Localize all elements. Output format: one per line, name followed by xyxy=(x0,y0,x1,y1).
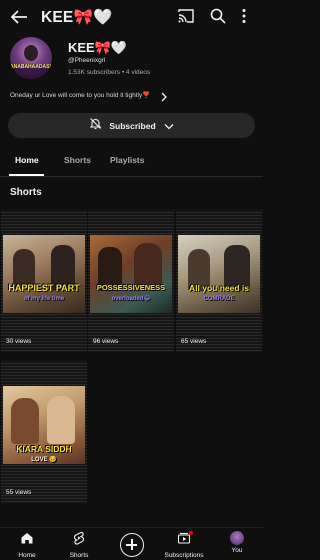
page-title: KEE🎀🤍 xyxy=(41,9,113,26)
chevron-right-icon[interactable] xyxy=(160,89,168,107)
channel-stats: 1.53K subscribers • 4 videos xyxy=(68,69,151,76)
tab-shorts[interactable]: Shorts xyxy=(64,155,91,165)
create-plus-icon[interactable] xyxy=(120,533,144,557)
channel-avatar[interactable]: ANABAHAADASHOTZ xyxy=(10,37,52,79)
nav-you-label: You xyxy=(231,547,243,554)
notification-dot xyxy=(189,531,193,535)
view-count: 96 views xyxy=(93,338,119,345)
subscribed-label: Subscribed xyxy=(109,120,156,131)
nav-subscriptions[interactable]: Subscriptions xyxy=(159,531,209,559)
caption-top: All you need is xyxy=(189,283,249,293)
nav-home-label: Home xyxy=(18,552,36,559)
short-card-2[interactable]: POSSESSIVENESS overloaded😂 96 views xyxy=(88,210,174,352)
caption-bottom: COMRADE xyxy=(203,296,235,302)
caption-top: HAPPIEST PART xyxy=(8,283,80,293)
bell-off-icon xyxy=(89,117,102,135)
section-title: Shorts xyxy=(10,187,42,198)
tab-playlists[interactable]: Playlists xyxy=(110,155,145,165)
short-card-1[interactable]: HAPPIEST PART of my life time 30 views xyxy=(1,210,87,352)
figure-right xyxy=(47,396,75,444)
caption-bottom: overloaded😂 xyxy=(111,296,151,302)
channel-tabs: Home Shorts Playlists xyxy=(0,149,263,177)
top-app-bar: KEE🎀🤍 xyxy=(0,0,263,34)
bottom-navigation: Home Shorts Subscriptions You xyxy=(0,527,263,560)
you-avatar-icon xyxy=(230,531,244,545)
channel-description[interactable]: Oneday ur Love will come to you hold it … xyxy=(10,91,150,99)
caption-bottom: LOVE 🥹 xyxy=(31,457,57,463)
more-vert-icon[interactable] xyxy=(241,8,247,29)
caption-top: KIARA SIDDH xyxy=(16,444,72,454)
caption-bottom: of my life time xyxy=(23,296,65,302)
subscribed-button[interactable]: Subscribed xyxy=(8,113,255,138)
avatar-face xyxy=(24,45,38,61)
cast-icon[interactable] xyxy=(178,9,194,28)
channel-handle: @Pheenixgrl xyxy=(68,57,106,64)
nav-you[interactable]: You xyxy=(212,531,262,554)
home-icon xyxy=(20,532,34,549)
figure-left xyxy=(11,398,39,444)
active-tab-indicator xyxy=(9,174,44,176)
nav-shorts-label: Shorts xyxy=(69,552,89,559)
search-icon[interactable] xyxy=(210,8,226,29)
view-count: 55 views xyxy=(6,489,32,496)
view-count: 30 views xyxy=(6,338,32,345)
short-card-4[interactable]: KIARA SIDDH LOVE 🥹 55 views xyxy=(1,361,87,503)
nav-shorts[interactable]: Shorts xyxy=(54,531,104,559)
view-count: 65 views xyxy=(181,338,207,345)
tab-home[interactable]: Home xyxy=(15,155,39,165)
shorts-icon xyxy=(72,531,86,549)
subscriptions-icon xyxy=(177,531,193,550)
nav-subscriptions-label: Subscriptions xyxy=(164,552,204,559)
channel-name: KEE🎀🤍 xyxy=(68,40,128,55)
back-arrow-icon[interactable] xyxy=(9,8,29,26)
avatar-caption: ANABAHAADASHOTZ xyxy=(10,64,52,79)
chevron-down-icon xyxy=(164,117,174,135)
nav-home[interactable]: Home xyxy=(2,531,52,559)
short-card-3[interactable]: All you need is COMRADE 65 views xyxy=(176,210,262,352)
caption-top: POSSESSIVENESS xyxy=(96,283,166,292)
